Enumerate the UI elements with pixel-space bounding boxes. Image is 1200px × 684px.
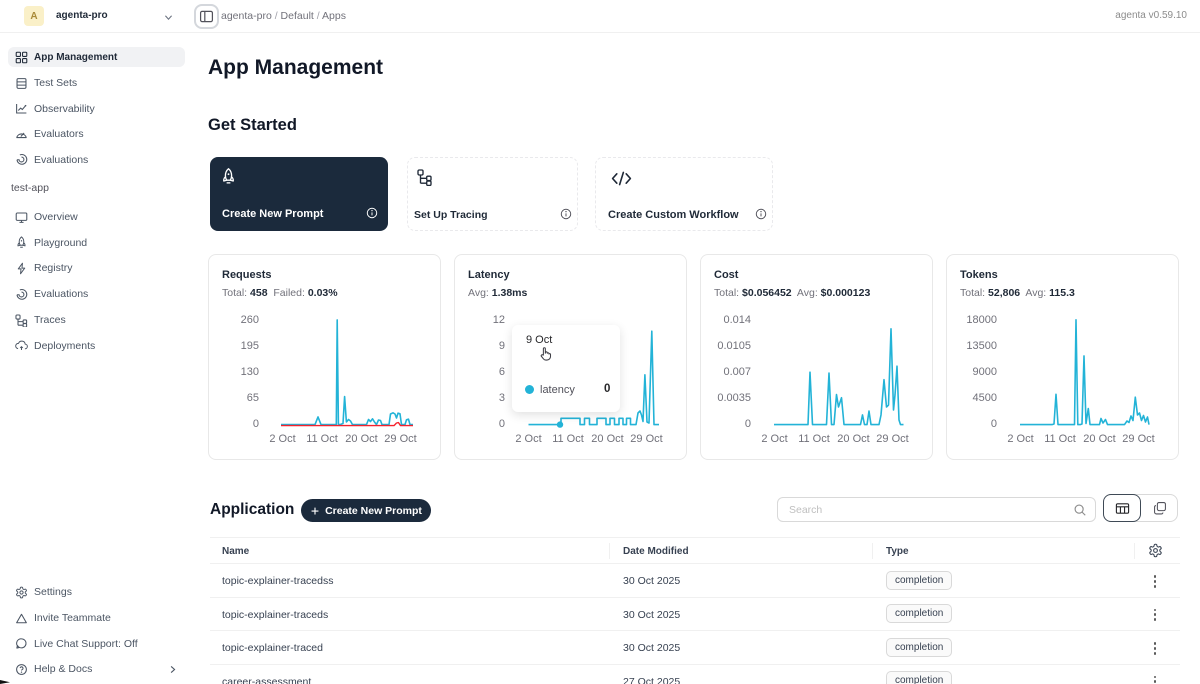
svg-text:29 Oct: 29 Oct xyxy=(1122,433,1154,445)
svg-text:11 Oct: 11 Oct xyxy=(1044,433,1076,445)
svg-text:9: 9 xyxy=(499,340,505,352)
svg-text:195: 195 xyxy=(241,340,259,352)
svg-text:130: 130 xyxy=(241,366,259,378)
svg-text:20 Oct: 20 Oct xyxy=(345,433,377,445)
svg-text:20 Oct: 20 Oct xyxy=(1083,433,1115,445)
svg-text:29 Oct: 29 Oct xyxy=(384,433,416,445)
svg-text:29 Oct: 29 Oct xyxy=(876,433,908,445)
svg-text:11 Oct: 11 Oct xyxy=(798,433,830,445)
svg-text:0.0105: 0.0105 xyxy=(717,340,751,352)
svg-text:13500: 13500 xyxy=(966,340,997,352)
svg-text:2 Oct: 2 Oct xyxy=(515,433,541,445)
svg-text:0.007: 0.007 xyxy=(723,366,751,378)
svg-text:12: 12 xyxy=(493,314,505,326)
svg-text:0: 0 xyxy=(499,418,505,430)
svg-text:0.0035: 0.0035 xyxy=(717,392,751,404)
svg-text:0: 0 xyxy=(991,418,997,430)
svg-text:4500: 4500 xyxy=(973,392,997,404)
svg-text:2 Oct: 2 Oct xyxy=(269,433,295,445)
svg-text:20 Oct: 20 Oct xyxy=(591,433,623,445)
svg-text:65: 65 xyxy=(247,392,259,404)
svg-text:2 Oct: 2 Oct xyxy=(1007,433,1033,445)
svg-text:3: 3 xyxy=(499,392,505,404)
svg-text:0.014: 0.014 xyxy=(723,314,751,326)
svg-text:0: 0 xyxy=(253,418,259,430)
svg-text:2 Oct: 2 Oct xyxy=(761,433,787,445)
svg-text:9000: 9000 xyxy=(973,366,997,378)
svg-text:6: 6 xyxy=(499,366,505,378)
svg-text:20 Oct: 20 Oct xyxy=(837,433,869,445)
svg-text:11 Oct: 11 Oct xyxy=(552,433,584,445)
svg-text:11 Oct: 11 Oct xyxy=(306,433,338,445)
svg-text:29 Oct: 29 Oct xyxy=(630,433,662,445)
svg-text:18000: 18000 xyxy=(966,314,997,326)
svg-text:0: 0 xyxy=(745,418,751,430)
svg-text:260: 260 xyxy=(241,314,259,326)
